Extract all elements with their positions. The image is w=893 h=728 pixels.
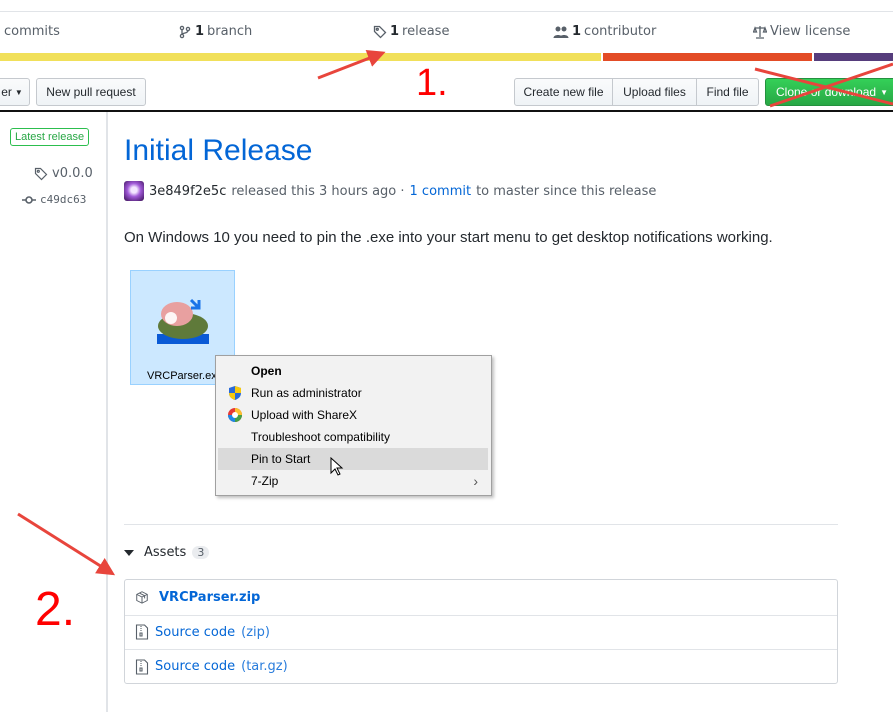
annotation-arrow-2 — [17, 512, 116, 576]
assets-list: VRCParser.zip Source code (zip) Source code… — [124, 579, 838, 684]
context-menu-item-label: Open — [251, 364, 282, 378]
section-divider — [0, 110, 893, 112]
commit-sha: c49dc63 — [40, 193, 87, 206]
asset-row: VRCParser.zip — [125, 580, 837, 614]
context-menu-item[interactable]: Upload with ShareX — [218, 404, 488, 426]
commit-icon — [22, 195, 36, 204]
release-tag-link[interactable]: v0.0.0 — [34, 166, 93, 181]
release-author[interactable]: 3e849f2e5c — [149, 184, 226, 199]
assets-heading: Assets — [144, 545, 187, 560]
language-segment[interactable] — [0, 53, 601, 61]
commits-since-suffix: to master since this release — [476, 183, 657, 199]
find-file-label: Find file — [706, 85, 749, 99]
assets-toggle[interactable]: Assets 3 — [124, 545, 210, 560]
branch-select-button[interactable]: er ▼ — [0, 78, 30, 106]
clone-or-download-label: Clone or download — [776, 85, 877, 99]
view-license-link[interactable]: View license — [753, 24, 850, 39]
context-menu-item[interactable]: Open — [218, 360, 488, 382]
context-menu-item-label: Run as administrator — [251, 386, 362, 400]
released-text: released this 3 hours ago · — [231, 183, 405, 199]
license-label: View license — [770, 24, 851, 39]
asset-format-label[interactable]: (zip) — [241, 625, 270, 640]
tag-icon — [34, 167, 48, 180]
context-menu-item-label: 7-Zip — [251, 474, 279, 488]
timeline-divider — [106, 112, 108, 712]
commits-label: commits — [4, 24, 60, 39]
assets-separator — [124, 524, 838, 525]
commits-since-link[interactable]: 1 commit — [410, 184, 472, 199]
context-menu-item-label: Upload with ShareX — [251, 408, 358, 422]
asset-link[interactable]: Source code — [155, 659, 235, 674]
annotation-step-2: 2. — [35, 583, 76, 636]
release-description: On Windows 10 you need to pin the .exe i… — [124, 229, 773, 246]
context-menu-item-label: Troubleshoot compatibility — [251, 430, 390, 444]
contributor-count: 1 — [572, 24, 582, 39]
latest-release-badge: Latest release — [10, 128, 90, 146]
branch-icon — [179, 25, 191, 38]
asset-format-label[interactable]: (tar.gz) — [241, 659, 288, 674]
clone-or-download-button[interactable]: Clone or download ▼ — [765, 78, 893, 106]
upload-files-label: Upload files — [623, 85, 686, 99]
mouse-cursor-icon — [330, 457, 344, 476]
language-bar[interactable] — [0, 53, 893, 61]
caret-down-icon: ▼ — [14, 87, 23, 97]
create-new-file-button[interactable]: Create new file — [514, 78, 613, 106]
asset-row: Source code (zip) — [125, 614, 837, 649]
commits-link[interactable]: commits — [4, 24, 60, 39]
submenu-chevron-icon: › — [473, 473, 478, 489]
context-menu: Open Run as administrator Upload with Shar… — [215, 355, 492, 496]
language-segment[interactable] — [811, 53, 893, 61]
release-meta: 3e849f2e5c released this 3 hours ago · 1… — [124, 181, 656, 201]
sharex-icon — [228, 408, 242, 422]
asset-row: Source code (tar.gz) — [125, 649, 837, 683]
file-zip-icon — [135, 624, 149, 640]
release-label: release — [402, 24, 450, 39]
context-menu-item[interactable]: Pin to Start — [218, 448, 488, 470]
branch-label: branch — [207, 24, 253, 39]
release-commit-link[interactable]: c49dc63 — [22, 193, 86, 206]
find-file-button[interactable]: Find file — [696, 78, 759, 106]
branch-select-label: er — [1, 85, 12, 99]
annotation-step-1: 1. — [416, 62, 448, 104]
context-menu-item[interactable]: Run as administrator — [218, 382, 488, 404]
file-zip-icon — [135, 658, 149, 675]
branches-link[interactable]: 1 branch — [178, 24, 252, 39]
contributor-label: contributor — [584, 24, 657, 39]
branch-count: 1 — [195, 24, 205, 39]
release-title[interactable]: Initial Release — [124, 134, 312, 168]
repo-summary: commits 1 branch 1 release 1 contributor… — [0, 24, 893, 44]
asset-link[interactable]: VRCParser.zip — [159, 590, 260, 605]
release-count: 1 — [390, 24, 400, 39]
triangle-down-icon — [124, 549, 134, 556]
package-icon — [136, 591, 148, 604]
asset-link[interactable]: Source code — [155, 625, 235, 640]
explorer-file-name: VRCParser.exe — [147, 370, 223, 382]
contributors-link[interactable]: 1 contributor — [553, 24, 656, 39]
language-segment[interactable] — [600, 53, 812, 61]
new-pull-request-label: New pull request — [46, 85, 136, 99]
people-icon — [553, 26, 569, 38]
releases-link[interactable]: 1 release — [373, 24, 449, 39]
tag-label: v0.0.0 — [52, 166, 93, 181]
create-new-file-label: Create new file — [523, 85, 604, 99]
top-border — [0, 11, 893, 12]
assets-count: 3 — [192, 546, 210, 559]
context-menu-item[interactable]: 7-Zip › — [218, 470, 488, 492]
new-pull-request-button[interactable]: New pull request — [36, 78, 146, 106]
application-icon — [157, 298, 209, 344]
context-menu-item[interactable]: Troubleshoot compatibility — [218, 426, 488, 448]
context-menu-item-label: Pin to Start — [251, 452, 311, 466]
law-scale-icon — [753, 25, 767, 39]
uac-shield-icon — [229, 386, 241, 400]
caret-down-icon: ▼ — [880, 87, 888, 97]
tag-icon — [373, 25, 387, 38]
avatar[interactable] — [124, 181, 144, 201]
upload-files-button[interactable]: Upload files — [612, 78, 697, 106]
